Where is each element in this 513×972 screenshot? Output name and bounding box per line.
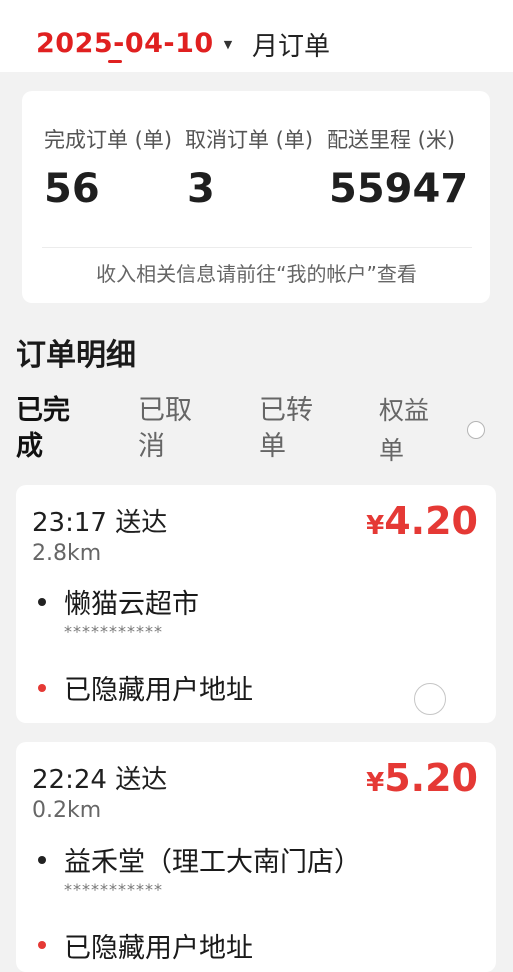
tab-cancelled[interactable]: 已取 消 [138, 393, 192, 465]
tab-benefit-label-line1: 权益 [379, 396, 430, 425]
order-price: ¥5.20 [366, 756, 478, 800]
order-time: 23:17 送达 [32, 508, 168, 538]
currency-symbol: ¥ [366, 768, 385, 798]
currency-symbol: ¥ [366, 511, 385, 541]
tab-completed[interactable]: 已完 成 [16, 393, 70, 465]
tab-month-orders[interactable]: 月订单 [252, 26, 330, 63]
completed-orders-value: 56 [44, 166, 100, 212]
tab-cancelled-label-line1: 已取 [138, 395, 192, 426]
income-note[interactable]: 收入相关信息请前往“我的帐户”查看 [0, 258, 513, 287]
order-time: 22:24 送达 [32, 765, 168, 795]
section-title: 订单明细 [16, 338, 136, 373]
order-distance: 2.8km [32, 541, 102, 566]
dropoff-dot-icon [38, 941, 46, 949]
tab-completed-label-line1: 已完 [16, 395, 70, 426]
card-divider [42, 247, 472, 248]
order-select-radio[interactable] [414, 683, 446, 715]
dropoff-dot-icon [38, 684, 46, 692]
distance-value: 55947 [329, 166, 469, 212]
store-name: 懒猫云超市 [64, 589, 199, 620]
order-distance: 0.2km [32, 798, 102, 823]
distance-label: 配送里程 (米) [327, 128, 456, 152]
top-bar: 2025-04-10 ▼ 月订单 [0, 0, 513, 72]
tab-transferred-label-line1: 已转 [259, 395, 313, 426]
tab-transferred-label-line2: 单 [259, 431, 286, 462]
tab-cancelled-label-line2: 消 [138, 431, 165, 462]
caret-down-icon: ▼ [223, 37, 233, 51]
completed-orders-label: 完成订单 (单) [44, 128, 173, 152]
pickup-dot-icon [38, 856, 46, 864]
order-card[interactable]: 23:17 送达 2.8km ¥4.20 懒猫云超市 *********** 已… [16, 485, 496, 723]
tab-completed-label-line2: 成 [16, 431, 43, 462]
masked-info: *********** [64, 622, 163, 641]
masked-info: *********** [64, 880, 163, 899]
store-name: 益禾堂（理工大南门店） [64, 847, 361, 878]
cancelled-orders-label: 取消订单 (单) [185, 128, 314, 152]
active-tab-indicator [108, 60, 122, 63]
customer-address: 已隐藏用户地址 [64, 675, 253, 706]
filter-radio[interactable] [467, 421, 485, 439]
tab-benefit[interactable]: 权益 单 [379, 391, 429, 471]
order-card[interactable]: 22:24 送达 0.2km ¥5.20 益禾堂（理工大南门店） *******… [16, 742, 496, 972]
cancelled-orders-value: 3 [187, 166, 215, 212]
order-price-value: 5.20 [384, 756, 478, 800]
customer-address: 已隐藏用户地址 [64, 933, 253, 964]
tab-benefit-label-line2: 单 [379, 436, 405, 465]
date-picker[interactable]: 2025-04-10 ▼ [36, 26, 232, 60]
tab-transferred[interactable]: 已转 单 [259, 393, 313, 465]
order-price: ¥4.20 [366, 499, 478, 543]
date-picker-value: 2025-04-10 [36, 27, 214, 59]
pickup-dot-icon [38, 598, 46, 606]
order-price-value: 4.20 [384, 499, 478, 543]
